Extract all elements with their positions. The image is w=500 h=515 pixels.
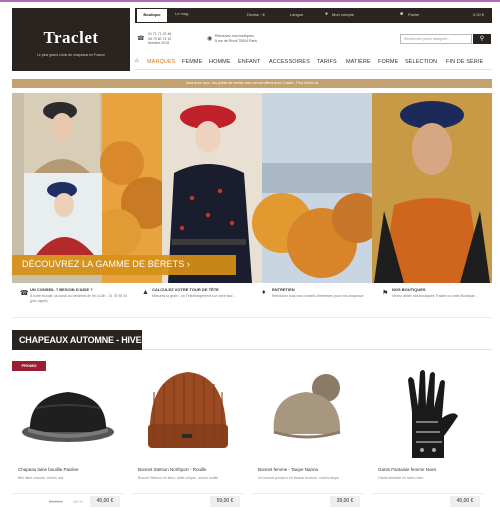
product-card[interactable]: Bonnet Stetson Northport - Rouille Bonne… [132, 362, 244, 512]
product-desc: Bonnet Stetson en laine, taille unique, … [138, 476, 219, 480]
product-divider [372, 493, 484, 494]
product-name[interactable]: Bonnet Stetson Northport - Rouille [138, 467, 207, 472]
product-desc: Bibi laine chaude, coloris noir [18, 476, 64, 480]
product-price[interactable]: 59,00 € [210, 496, 240, 507]
user-icon: ● [325, 11, 329, 17]
phone-icon: ☎ [137, 36, 145, 42]
product-desc: Gants fantaisie en laine noire [378, 476, 424, 480]
language-selector[interactable]: Langue [290, 12, 303, 17]
home-icon[interactable]: ⌂ [135, 58, 139, 64]
services-row: ☎ UN CONSEIL ? BESOIN D'AIDE ? À votre é… [12, 284, 492, 318]
product-discount: -35 % [72, 499, 83, 504]
store-line-1: Retrouvez nos boutiques [215, 34, 254, 38]
nav-item-enfant[interactable]: ENFANT [238, 59, 260, 65]
service-title: ENTRETIEN [272, 287, 295, 292]
service-title: NOS BOUTIQUES [392, 287, 426, 292]
product-divider [12, 493, 124, 494]
product-price[interactable]: 45,00 € [450, 496, 480, 507]
nav-item-selection[interactable]: SÉLECTION [405, 59, 437, 65]
droplet-icon: ♦ [262, 289, 266, 296]
info-row: ☎ 01 71 71 22 46 06 70 60 74 10 Nombre 2… [135, 30, 492, 50]
product-image[interactable] [252, 362, 364, 462]
phone-info: 01 71 71 22 46 06 70 60 74 10 Nombre 201… [148, 32, 171, 46]
phone-line-3: Nombre 2015 [148, 41, 170, 45]
nav-item-femme[interactable]: FEMME [182, 59, 202, 65]
section-divider [142, 349, 492, 350]
product-name[interactable]: Bonnet femme - Taupe Nanna [258, 467, 318, 472]
product-old-price: 69,00 € [49, 499, 63, 504]
product-name[interactable]: Chapeau laine bouillie Pauline [18, 467, 79, 472]
brand-tagline: Le plus grand choix de chapeaux en Franc… [36, 53, 106, 57]
nav-item-marques[interactable]: MARQUES [147, 59, 176, 65]
product-image[interactable] [132, 362, 244, 462]
product-card[interactable]: Bonnet femme - Taupe Nanna Un bonnet pom… [252, 362, 364, 512]
brand-logo[interactable]: Traclet Le plus grand choix de chapeaux … [12, 8, 130, 71]
search-button[interactable]: ⚲ [473, 34, 491, 44]
search-icon: ⚲ [479, 36, 485, 42]
nav-item-forme[interactable]: FORME [378, 59, 398, 65]
cart-total: 0,00 € [473, 12, 485, 17]
brand-name: Traclet [43, 28, 99, 47]
top-bar: Boutique Le mag Devise : $ Langue ● Mon … [135, 8, 492, 23]
location-pin-icon: ◉ [207, 36, 213, 42]
phone-line-1: 01 71 71 22 46 [148, 32, 172, 36]
account-link[interactable]: Mon compte [332, 12, 354, 17]
promo-badge: PROMO [12, 361, 46, 371]
hero-banner[interactable]: DÉCOUVREZ LA GAMME DE BÉRETS › [12, 93, 492, 283]
promo-strip[interactable]: Vous avez reçu : les points de remise vo… [12, 79, 492, 88]
service-title: CALCULEZ VOTRE TOUR DE TÊTE [152, 287, 219, 292]
service-desc: Retrouvez tous nos conseils d'entretien … [272, 294, 364, 298]
product-card[interactable]: Chapeau laine bouillie Pauline Bibi lain… [12, 362, 124, 512]
section-title: CHAPEAUX AUTOMNE - HIVER [12, 330, 148, 350]
product-image[interactable] [12, 362, 124, 462]
service-desc: Venez visiter nos boutiques Traclet ou v… [392, 294, 478, 298]
cart-link[interactable]: Panier [408, 12, 420, 17]
nav-item-accessoires[interactable]: ACCESSOIRES [269, 59, 310, 65]
tab-blog[interactable]: Le mag [175, 11, 188, 16]
product-card[interactable]: Gants Fantaisie femme Noirs Gants fantai… [372, 362, 484, 512]
product-price[interactable]: 45,00 € [90, 496, 120, 507]
store-icon: ⚑ [382, 290, 389, 297]
store-line-2: 5 rue de Rivoli 75004 Paris [215, 38, 258, 43]
nav-item-fin-de-serie[interactable]: FIN DE SÉRIE [446, 59, 483, 65]
hat-icon: ▲ [142, 289, 149, 296]
main-nav: ⌂ MARQUES FEMME HOMME ENFANT ACCESSOIRES… [135, 56, 492, 70]
search-input[interactable]: Rechercher parmi catégorie... [400, 34, 472, 44]
nav-item-homme[interactable]: HOMME [209, 59, 231, 65]
hero-cta[interactable]: DÉCOUVREZ LA GAMME DE BÉRETS › [12, 255, 236, 275]
product-image[interactable] [372, 362, 484, 462]
top-accent-line [0, 0, 500, 2]
nav-item-matiere[interactable]: MATIÈRE [346, 59, 371, 65]
service-desc: Mesurez la grain - un Téléchargement sur… [152, 294, 236, 298]
product-desc: Un bonnet pompon en fausse fourrure, col… [258, 476, 339, 480]
product-price[interactable]: 39,00 € [330, 496, 360, 507]
cart-icon: ■ [400, 11, 404, 17]
page: Traclet Le plus grand choix de chapeaux … [0, 0, 500, 515]
product-divider [132, 493, 244, 494]
nav-item-tarifs[interactable]: TARIFS [317, 59, 337, 65]
store-info[interactable]: Retrouvez nos boutiques 5 rue de Rivoli … [215, 34, 257, 43]
service-desc: À votre écoute, du lundi au vendredi de … [30, 294, 128, 303]
tab-shop[interactable]: Boutique [137, 9, 167, 22]
product-divider [252, 493, 364, 494]
currency-selector[interactable]: Devise : $ [247, 12, 265, 17]
product-name[interactable]: Gants Fantaisie femme Noirs [378, 467, 436, 472]
phone-icon: ☎ [20, 290, 29, 297]
service-title: UN CONSEIL ? BESOIN D'AIDE ? [30, 287, 93, 292]
